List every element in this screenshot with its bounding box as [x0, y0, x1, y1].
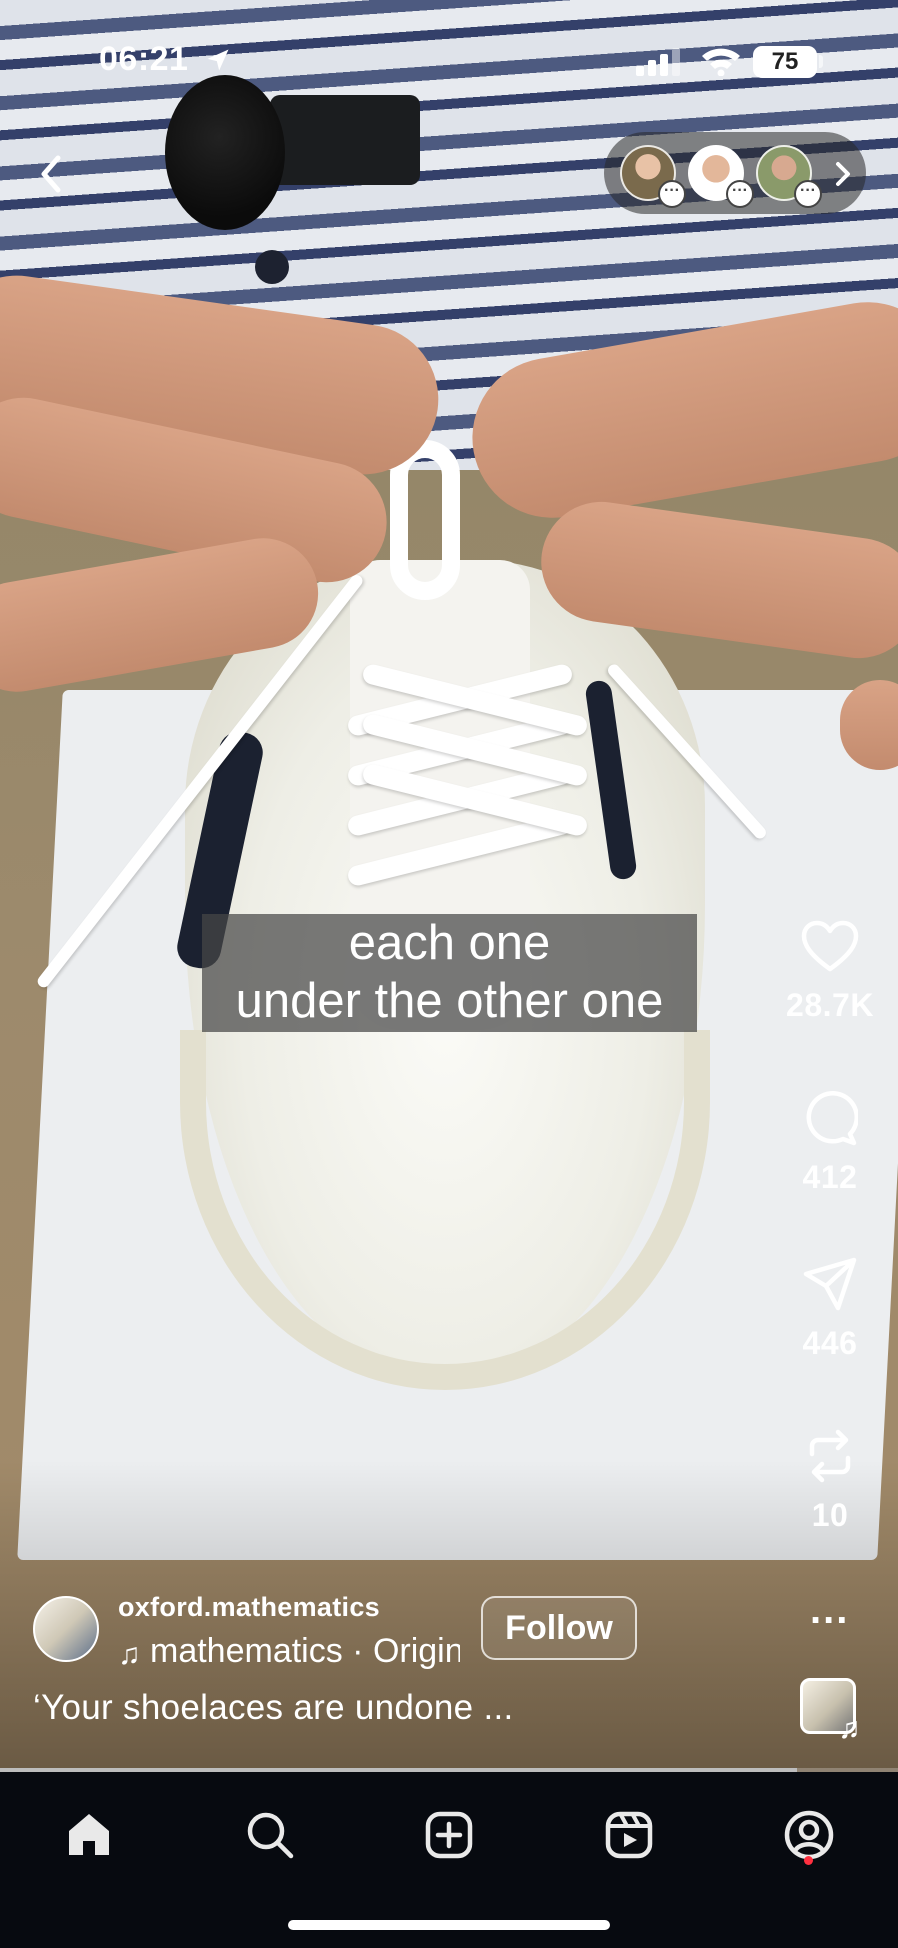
post-description[interactable]: ‘Your shoelaces are undone ... — [33, 1688, 514, 1728]
tab-search[interactable] — [230, 1802, 310, 1872]
share-count: 446 — [802, 1325, 858, 1361]
create-icon — [423, 1809, 475, 1866]
viewers-pill[interactable]: ··· ··· ··· — [604, 132, 866, 214]
repost-button[interactable]: 10 — [770, 1428, 890, 1534]
comment-icon — [770, 1090, 890, 1151]
share-button[interactable]: 446 — [770, 1256, 890, 1362]
audio-title: mathematics · Original audio — [150, 1632, 460, 1670]
profile-notification-dot — [804, 1856, 813, 1865]
wifi-icon — [700, 44, 742, 81]
message-badge-icon: ··· — [658, 180, 686, 208]
battery-cap — [819, 55, 823, 68]
caption-line-2: under the other one — [235, 974, 664, 1028]
more-options-button[interactable]: ... — [810, 1590, 849, 1630]
like-count: 28.7K — [786, 987, 874, 1023]
home-indicator[interactable] — [288, 1920, 610, 1930]
repost-count: 10 — [811, 1497, 849, 1533]
like-button[interactable]: 28.7K — [770, 920, 890, 1024]
author-username[interactable]: oxford.mathematics — [118, 1592, 380, 1623]
tab-create[interactable] — [409, 1802, 489, 1872]
battery-indicator: 75 — [753, 46, 817, 78]
audio-ticker[interactable]: mathematics · Original audio — [150, 1632, 460, 1678]
video-caption: each one under the other one — [202, 914, 697, 1032]
reels-icon — [603, 1809, 655, 1866]
send-icon — [770, 1256, 890, 1317]
message-badge-icon: ··· — [726, 180, 754, 208]
follow-button[interactable]: Follow — [481, 1596, 637, 1660]
chevron-right-icon — [830, 158, 854, 195]
tab-home[interactable] — [49, 1802, 129, 1872]
reel-video[interactable]: each one under the other one — [0, 0, 898, 1772]
tab-reels[interactable] — [589, 1802, 669, 1872]
message-badge-icon: ··· — [794, 180, 822, 208]
battery-level: 75 — [771, 48, 799, 75]
back-button[interactable] — [30, 148, 74, 200]
status-bar: 06:21 75 — [0, 0, 898, 120]
heart-icon — [770, 920, 890, 979]
location-arrow-icon — [204, 46, 232, 79]
comment-count: 412 — [802, 1159, 858, 1195]
author-avatar[interactable] — [33, 1596, 99, 1662]
status-time: 06:21 — [99, 40, 189, 78]
music-note-icon: ♫ — [118, 1638, 141, 1671]
search-icon — [244, 1809, 296, 1866]
video-shirt-button — [255, 250, 289, 284]
cellular-signal-icon — [636, 48, 682, 81]
comment-button[interactable]: 412 — [770, 1090, 890, 1196]
repost-icon — [770, 1428, 890, 1489]
chevron-left-icon — [30, 155, 74, 204]
home-icon — [63, 1809, 115, 1866]
caption-line-1: each one — [348, 916, 551, 970]
more-dots-icon: ... — [810, 1588, 850, 1632]
music-note-icon: ♫ — [838, 1712, 861, 1745]
